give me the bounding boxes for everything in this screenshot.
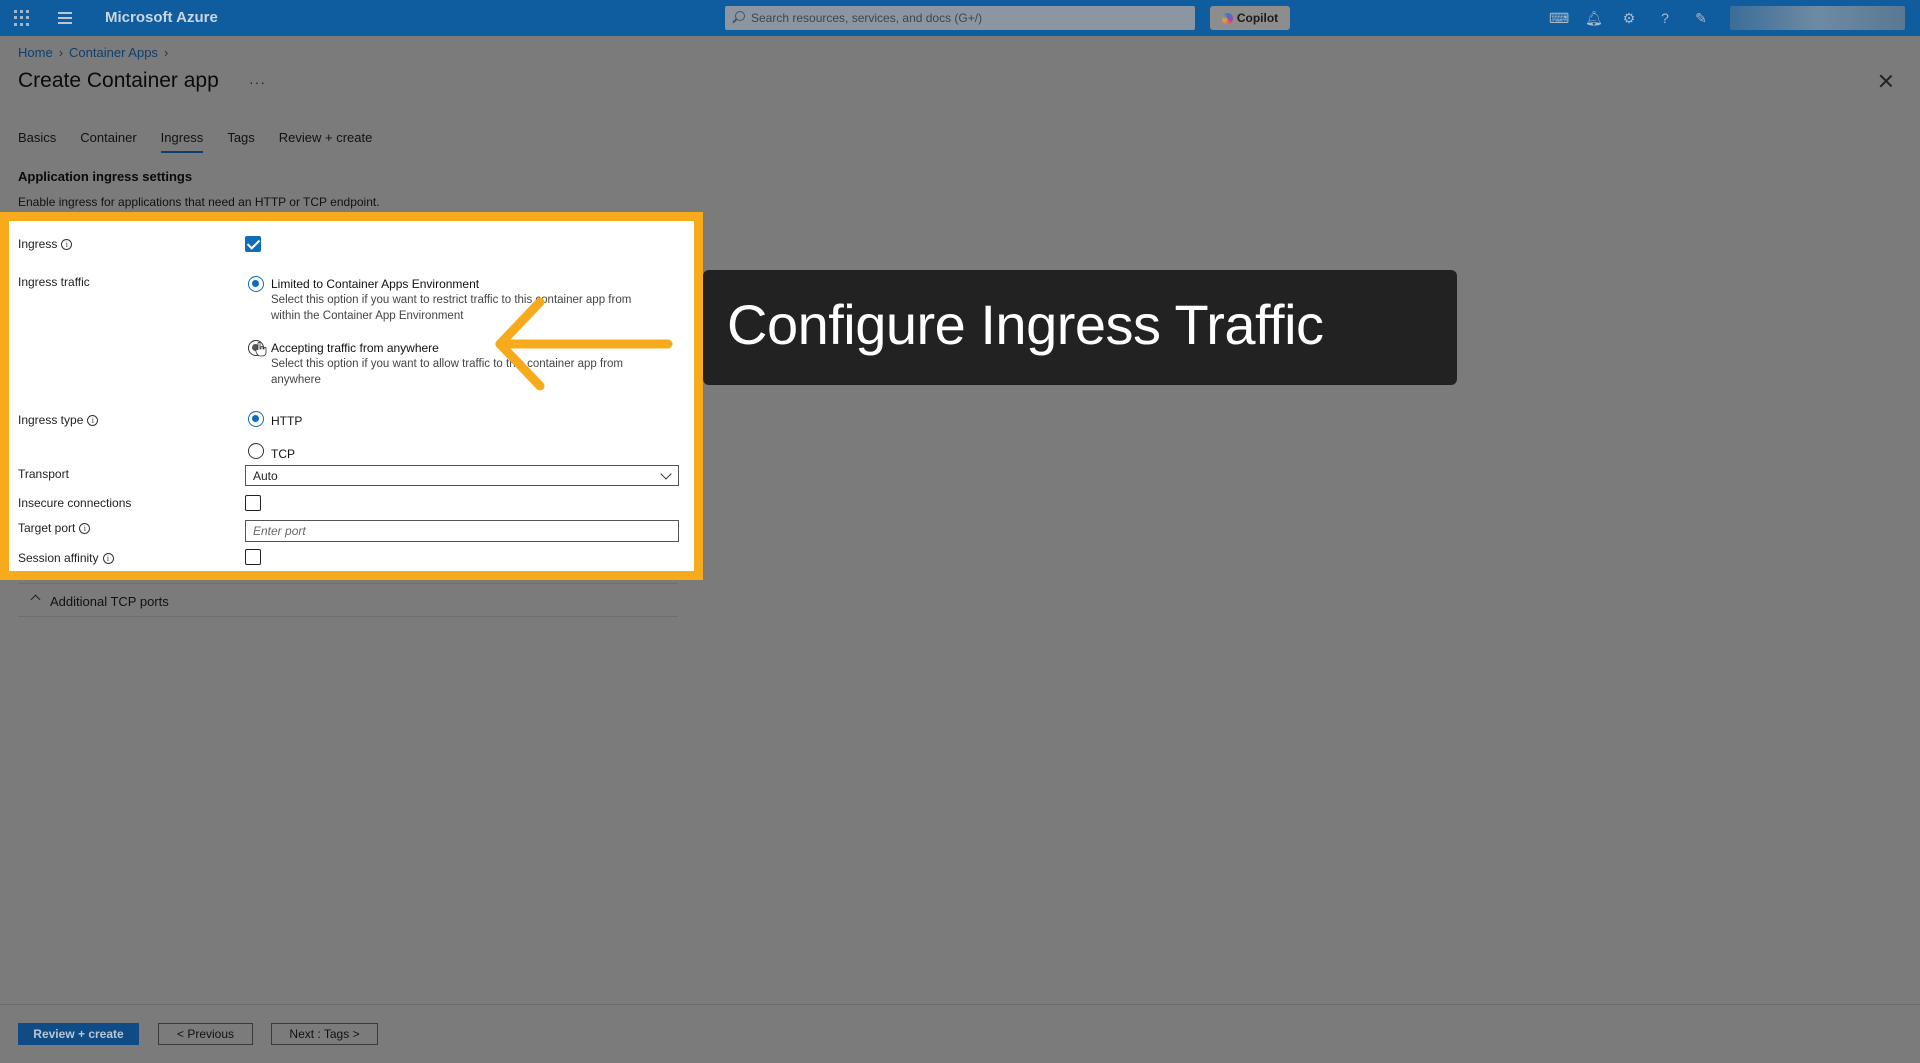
mouse-cursor-icon (255, 341, 267, 357)
tab-review-create[interactable]: Review + create (279, 130, 373, 153)
tab-basics[interactable]: Basics (18, 130, 56, 153)
session-affinity-label: Session affinity i (18, 551, 114, 565)
page-title: Create Container app (18, 69, 219, 92)
menu-icon[interactable] (58, 12, 72, 27)
additional-tcp-ports-section[interactable]: Additional TCP ports (18, 583, 678, 617)
target-port-label: Target port i (18, 521, 91, 535)
chevron-down-icon (660, 468, 672, 480)
feedback-icon[interactable]: ✎ (1693, 10, 1709, 26)
cloud-shell-icon[interactable]: ⌨ (1549, 10, 1569, 26)
tab-ingress[interactable]: Ingress (160, 130, 204, 153)
search-input[interactable] (751, 6, 1181, 30)
footer-divider (0, 1004, 1920, 1005)
insecure-connections-checkbox[interactable] (245, 495, 261, 511)
radio-http[interactable] (248, 411, 264, 427)
info-icon[interactable]: i (79, 522, 91, 534)
ingress-checkbox[interactable] (245, 236, 261, 252)
chevron-up-icon (30, 594, 41, 605)
transport-label: Transport (18, 467, 69, 481)
copilot-icon (1221, 12, 1233, 24)
breadcrumb-container-apps[interactable]: Container Apps (69, 45, 158, 60)
chevron-right-icon: › (163, 45, 169, 60)
radio-limited-environment[interactable] (248, 276, 264, 292)
option-http: HTTP (271, 414, 303, 428)
info-icon[interactable]: i (61, 238, 73, 250)
info-icon[interactable]: i (102, 552, 114, 564)
session-affinity-checkbox[interactable] (245, 549, 261, 565)
copilot-button[interactable]: Copilot (1210, 6, 1290, 30)
section-description: Enable ingress for applications that nee… (18, 195, 380, 209)
bell-icon[interactable]: 🔔︎ (1585, 10, 1603, 26)
brand-title[interactable]: Microsoft Azure (105, 9, 218, 26)
ingress-label-text: Ingress (18, 237, 58, 251)
ingress-type-label-text: Ingress type (18, 413, 84, 427)
section-title: Application ingress settings (18, 169, 193, 184)
transport-value: Auto (253, 469, 278, 483)
more-options-icon[interactable]: ··· (249, 74, 266, 90)
insecure-connections-label: Insecure connections (18, 496, 132, 510)
help-icon[interactable]: ? (1657, 10, 1673, 26)
session-affinity-label-text: Session affinity (18, 551, 99, 565)
copilot-label: Copilot (1236, 11, 1279, 25)
global-search[interactable] (725, 6, 1195, 30)
transport-select[interactable]: Auto (245, 465, 679, 486)
app-launcher-icon[interactable] (14, 10, 30, 26)
tutorial-callout: Configure Ingress Traffic (703, 270, 1457, 385)
target-port-input[interactable] (245, 520, 679, 542)
close-icon[interactable] (1878, 73, 1894, 89)
option-tcp: TCP (271, 447, 295, 461)
account-area[interactable] (1730, 6, 1905, 30)
gear-icon[interactable]: ⚙ (1621, 10, 1637, 26)
arrow-left-icon (495, 297, 673, 391)
review-create-button[interactable]: Review + create (18, 1023, 139, 1045)
top-bar: Microsoft Azure Copilot ⌨ 🔔︎ ⚙ ? ✎ (0, 0, 1920, 36)
callout-text: Configure Ingress Traffic (727, 293, 1324, 356)
radio-tcp[interactable] (248, 443, 264, 459)
target-port-label-text: Target port (18, 521, 76, 535)
breadcrumb: Home › Container Apps › (18, 45, 174, 60)
additional-tcp-ports-label: Additional TCP ports (50, 594, 169, 609)
next-tags-button[interactable]: Next : Tags > (271, 1023, 378, 1045)
info-icon[interactable]: i (87, 414, 99, 426)
ingress-traffic-label: Ingress traffic (18, 275, 90, 289)
tab-container[interactable]: Container (80, 130, 136, 153)
chevron-right-icon: › (58, 45, 64, 60)
search-icon (735, 11, 745, 21)
tab-tags[interactable]: Tags (227, 130, 254, 153)
previous-button[interactable]: < Previous (158, 1023, 253, 1045)
breadcrumb-home[interactable]: Home (18, 45, 53, 60)
wizard-tabs: Basics Container Ingress Tags Review + c… (18, 130, 372, 153)
ingress-label: Ingress i (18, 237, 73, 251)
option-anywhere-title: Accepting traffic from anywhere (271, 341, 439, 355)
ingress-type-label: Ingress type i (18, 413, 99, 427)
ingress-settings-panel: Ingress i Ingress traffic Limited to Con… (0, 212, 703, 580)
option-limited-title: Limited to Container Apps Environment (271, 277, 480, 291)
